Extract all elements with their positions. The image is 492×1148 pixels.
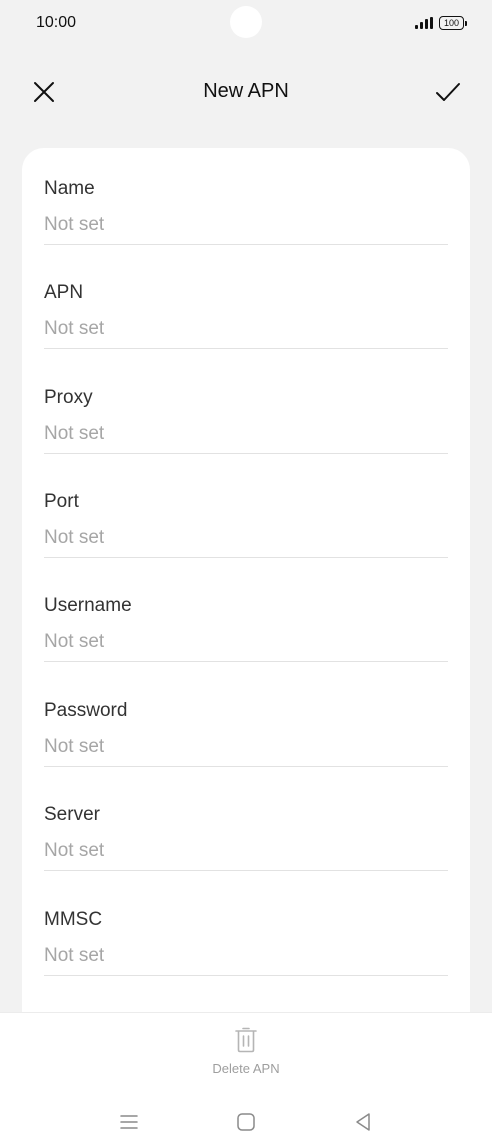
page-title: New APN — [203, 80, 289, 102]
title-bar: New APN — [0, 66, 492, 118]
field-name[interactable]: Name Not set — [44, 148, 448, 245]
field-password[interactable]: Password Not set — [44, 670, 448, 767]
field-value: Not set — [44, 840, 105, 861]
field-divider — [44, 766, 448, 767]
field-label: APN — [44, 282, 84, 303]
field-label: MMSC — [44, 909, 103, 930]
status-icons: 100 — [414, 16, 468, 30]
field-value: Not set — [44, 631, 105, 652]
field-label: Server — [44, 804, 100, 825]
field-divider — [44, 975, 448, 976]
field-value: Not set — [44, 214, 105, 235]
field-value: Not set — [44, 945, 105, 966]
menu-button[interactable] — [114, 1107, 144, 1137]
field-server[interactable]: Server Not set — [44, 774, 448, 871]
battery-icon: 100 — [438, 16, 468, 30]
field-label: Username — [44, 595, 132, 616]
bottom-action-bar: Delete APN — [0, 1012, 492, 1148]
field-value: Not set — [44, 527, 105, 548]
status-time: 10:00 — [36, 14, 77, 31]
home-button[interactable] — [231, 1107, 261, 1137]
field-label: Port — [44, 491, 79, 512]
field-apn[interactable]: APN Not set — [44, 252, 448, 349]
field-label: Proxy — [44, 387, 93, 408]
field-value: Not set — [44, 318, 105, 339]
delete-apn-label: Delete APN — [212, 1061, 280, 1076]
trash-icon — [235, 1027, 257, 1053]
field-port[interactable]: Port Not set — [44, 461, 448, 558]
field-divider — [44, 348, 448, 349]
system-nav-bar — [0, 1103, 492, 1143]
checkmark-icon — [436, 83, 460, 101]
back-icon — [356, 1113, 370, 1131]
field-divider — [44, 870, 448, 871]
back-button[interactable] — [348, 1107, 378, 1137]
field-mmsc[interactable]: MMSC Not set — [44, 879, 448, 976]
apn-editor-screen: 10:00 100 New APN Name Not set APN Not s… — [0, 0, 492, 1148]
signal-icon — [414, 17, 433, 29]
field-proxy[interactable]: Proxy Not set — [44, 357, 448, 454]
confirm-button[interactable] — [430, 74, 466, 110]
field-divider — [44, 557, 448, 558]
home-icon — [237, 1113, 255, 1131]
field-divider — [44, 661, 448, 662]
field-value: Not set — [44, 736, 105, 757]
field-divider — [44, 453, 448, 454]
apn-settings-card: Name Not set APN Not set Proxy Not set P… — [22, 148, 470, 1048]
field-label: Name — [44, 178, 95, 199]
status-bar: 10:00 100 — [0, 0, 492, 48]
field-divider — [44, 244, 448, 245]
field-username[interactable]: Username Not set — [44, 565, 448, 662]
menu-icon — [120, 1115, 138, 1129]
delete-apn-button[interactable]: Delete APN — [196, 1027, 296, 1097]
field-value: Not set — [44, 423, 105, 444]
field-label: Password — [44, 700, 128, 721]
camera-cutout — [230, 6, 262, 38]
